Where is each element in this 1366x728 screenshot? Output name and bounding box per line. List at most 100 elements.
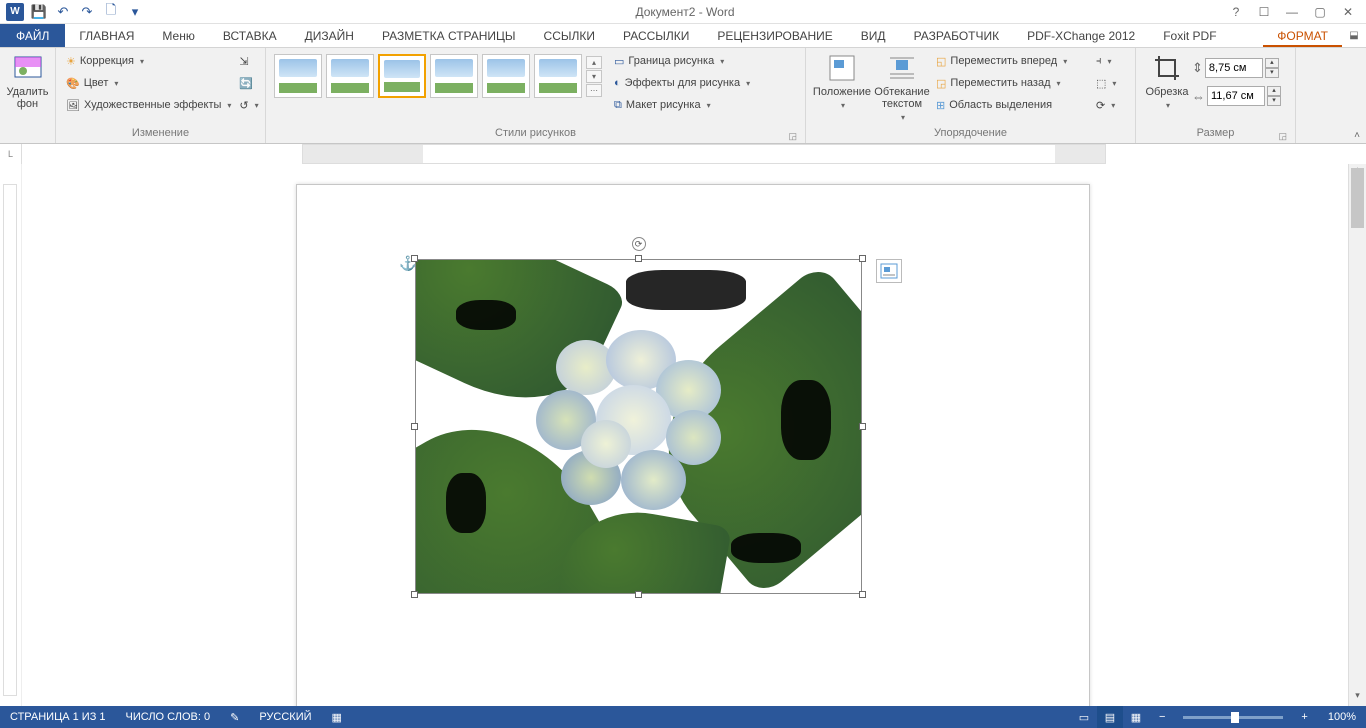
height-down[interactable]: ▾: [1265, 68, 1279, 78]
qat-new-icon[interactable]: 🗋: [100, 2, 122, 22]
ribbon-collapse-icon[interactable]: ⬓: [1342, 24, 1366, 47]
qat-redo-icon[interactable]: ↷: [76, 2, 98, 22]
qat-save-icon[interactable]: 💾: [28, 2, 50, 22]
width-up[interactable]: ▴: [1267, 86, 1281, 96]
styles-dialog-launcher[interactable]: ◲: [788, 131, 797, 142]
picture-effects-button[interactable]: ◐Эффекты для рисунка▾: [610, 72, 754, 94]
corrections-button[interactable]: ☀Коррекция▾: [62, 50, 235, 72]
compress-pictures-button[interactable]: ⇲: [235, 50, 259, 72]
tab-design[interactable]: ДИЗАЙН: [291, 24, 368, 47]
resize-handle-b[interactable]: [635, 591, 642, 598]
language-status[interactable]: РУССКИЙ: [249, 706, 321, 728]
picture-border-button[interactable]: ▭Граница рисунка▾: [610, 50, 754, 72]
vertical-scrollbar[interactable]: ▴ ▾: [1348, 164, 1366, 706]
send-backward-button[interactable]: ◲Переместить назад▾: [932, 72, 1092, 94]
resize-handle-t[interactable]: [635, 255, 642, 262]
picture-layout-button[interactable]: ⧉Макет рисунка▾: [610, 94, 754, 116]
qat-undo-icon[interactable]: ↶: [52, 2, 74, 22]
color-button[interactable]: 🎨Цвет▾: [62, 72, 235, 94]
gallery-up-button[interactable]: ▴: [586, 56, 602, 69]
width-down[interactable]: ▾: [1267, 96, 1281, 106]
page-status[interactable]: СТРАНИЦА 1 ИЗ 1: [0, 706, 116, 728]
tab-menu[interactable]: Меню: [148, 24, 208, 47]
selection-pane-button[interactable]: ⊞Область выделения: [932, 94, 1092, 116]
style-thumb-1[interactable]: [274, 54, 322, 98]
scroll-down-button[interactable]: ▾: [1349, 690, 1366, 706]
position-button[interactable]: Положение▾: [812, 50, 872, 124]
border-icon: ▭: [614, 55, 624, 68]
zoom-level[interactable]: 100%: [1318, 706, 1366, 728]
gallery-more-button[interactable]: ⋯: [586, 84, 602, 97]
tab-mailings[interactable]: РАССЫЛКИ: [609, 24, 703, 47]
bring-forward-button[interactable]: ◱Переместить вперед▾: [932, 50, 1092, 72]
tab-references[interactable]: ССЫЛКИ: [530, 24, 609, 47]
style-thumb-2[interactable]: [326, 54, 374, 98]
ribbon: Удалить фон ☀Коррекция▾ 🎨Цвет▾ 🖼Художест…: [0, 48, 1366, 144]
tab-file[interactable]: ФАЙЛ: [0, 24, 65, 47]
ruler-corner[interactable]: L: [0, 144, 22, 164]
macro-icon[interactable]: ▦: [322, 706, 352, 728]
tab-format[interactable]: ФОРМАТ: [1263, 24, 1342, 47]
resize-handle-tr[interactable]: [859, 255, 866, 262]
crop-button[interactable]: Обрезка▾: [1142, 50, 1192, 124]
remove-background-button[interactable]: Удалить фон: [6, 50, 49, 124]
style-thumb-4[interactable]: [430, 54, 478, 98]
height-up[interactable]: ▴: [1265, 58, 1279, 68]
zoom-out-button[interactable]: −: [1149, 706, 1175, 728]
rotate-button[interactable]: ⟳▾: [1092, 94, 1116, 116]
qat-customize-icon[interactable]: ▾: [124, 2, 146, 22]
style-thumb-6[interactable]: [534, 54, 582, 98]
maximize-button[interactable]: ▢: [1308, 3, 1332, 21]
resize-handle-l[interactable]: [411, 423, 418, 430]
zoom-in-button[interactable]: +: [1291, 706, 1317, 728]
resize-handle-r[interactable]: [859, 423, 866, 430]
help-button[interactable]: ?: [1224, 3, 1248, 21]
size-dialog-launcher[interactable]: ◲: [1278, 131, 1287, 142]
tab-foxit[interactable]: Foxit PDF: [1149, 24, 1230, 47]
resize-handle-tl[interactable]: [411, 255, 418, 262]
word-count[interactable]: ЧИСЛО СЛОВ: 0: [116, 706, 221, 728]
rotate-handle[interactable]: ⟳: [632, 237, 646, 251]
document-area[interactable]: ⚓ ⟳: [22, 164, 1348, 706]
tab-page-layout[interactable]: РАЗМЕТКА СТРАНИЦЫ: [368, 24, 530, 47]
gallery-down-button[interactable]: ▾: [586, 70, 602, 83]
width-input[interactable]: [1207, 86, 1265, 106]
tab-developer[interactable]: РАЗРАБОТЧИК: [900, 24, 1014, 47]
close-button[interactable]: ✕: [1336, 3, 1360, 21]
tab-insert[interactable]: ВСТАВКА: [209, 24, 291, 47]
minimize-button[interactable]: —: [1280, 3, 1304, 21]
height-input[interactable]: [1205, 58, 1263, 78]
word-app-icon[interactable]: W: [4, 2, 26, 22]
tab-review[interactable]: РЕЦЕНЗИРОВАНИЕ: [703, 24, 846, 47]
change-picture-button[interactable]: 🔄: [235, 72, 259, 94]
change-picture-icon: 🔄: [239, 77, 253, 90]
picture-styles-gallery[interactable]: ▴ ▾ ⋯: [272, 50, 604, 102]
resize-handle-bl[interactable]: [411, 591, 418, 598]
page[interactable]: ⚓ ⟳: [296, 184, 1090, 706]
ribbon-display-button[interactable]: ☐: [1252, 3, 1276, 21]
artistic-effects-button[interactable]: 🖼Художественные эффекты▾: [62, 94, 235, 116]
wrap-text-button[interactable]: Обтекание текстом▾: [872, 50, 932, 124]
style-thumb-3[interactable]: [378, 54, 426, 98]
group-button[interactable]: ⬚▾: [1092, 72, 1116, 94]
layout-options-button[interactable]: [876, 259, 902, 283]
tab-view[interactable]: ВИД: [847, 24, 900, 47]
resize-handle-br[interactable]: [859, 591, 866, 598]
group-icon: ⬚: [1096, 77, 1106, 90]
spellcheck-icon[interactable]: ✎: [220, 706, 249, 728]
tab-home[interactable]: ГЛАВНАЯ: [65, 24, 148, 47]
align-button[interactable]: ⫞▾: [1092, 50, 1116, 72]
style-thumb-5[interactable]: [482, 54, 530, 98]
tab-pdfxchange[interactable]: PDF-XChange 2012: [1013, 24, 1149, 47]
reset-picture-button[interactable]: ↺▾: [235, 94, 259, 116]
scroll-thumb[interactable]: [1351, 168, 1364, 228]
title-bar: W 💾 ↶ ↷ 🗋 ▾ Документ2 - Word ? ☐ — ▢ ✕: [0, 0, 1366, 24]
ruler-vertical: [0, 164, 22, 706]
zoom-slider[interactable]: [1183, 716, 1283, 719]
view-read-button[interactable]: ▭: [1071, 706, 1097, 728]
view-web-button[interactable]: ▦: [1123, 706, 1149, 728]
selected-image[interactable]: ⚓ ⟳: [415, 259, 862, 594]
zoom-slider-thumb[interactable]: [1231, 712, 1239, 723]
view-print-button[interactable]: ▤: [1097, 706, 1123, 728]
collapse-ribbon-button[interactable]: ˄: [1354, 130, 1360, 141]
